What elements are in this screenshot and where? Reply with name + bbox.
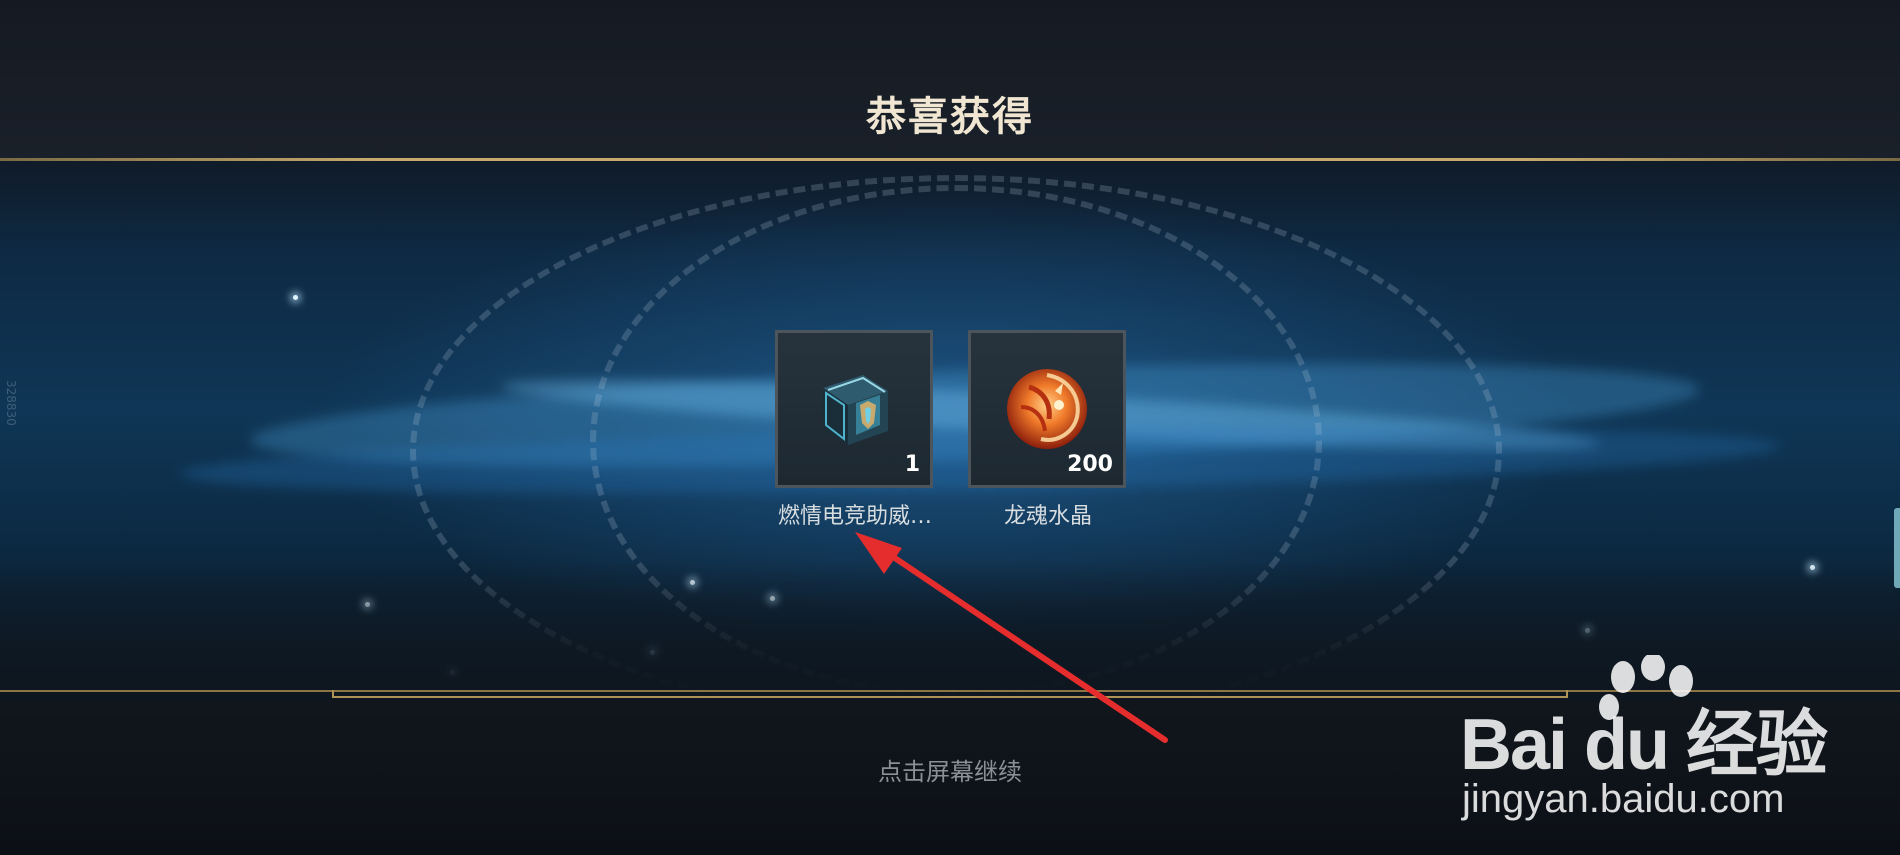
dragon-crystal-icon xyxy=(1007,369,1087,449)
reward-screen[interactable]: 恭喜获得 328830 1 燃情电竞助威… 200 龙魂水晶 点击屏幕继续 Ba… xyxy=(0,0,1900,855)
reward-item[interactable]: 200 龙魂水晶 xyxy=(968,330,1128,530)
side-handle[interactable] xyxy=(1894,508,1900,588)
reward-item-frame[interactable]: 200 xyxy=(968,330,1126,488)
sparkle xyxy=(293,295,298,300)
watermark-brand: Bai du 经验 xyxy=(1460,705,1828,785)
reward-name: 龙魂水晶 xyxy=(1003,504,1092,529)
watermark-url: jingyan.baidu.com xyxy=(1462,777,1785,821)
gold-divider-top xyxy=(0,158,1900,161)
page-title: 恭喜获得 xyxy=(866,94,1034,140)
reward-quantity: 200 xyxy=(1067,452,1113,477)
side-id-tag: 328830 xyxy=(4,380,18,426)
reward-quantity: 1 xyxy=(904,452,920,477)
reward-item-frame[interactable]: 1 xyxy=(775,330,933,488)
reward-item[interactable]: 1 燃情电竞助威… xyxy=(775,330,935,530)
reward-name: 燃情电竞助威… xyxy=(777,504,932,529)
gold-frame-bottom xyxy=(332,690,1568,698)
hextech-chest-icon xyxy=(823,375,888,445)
baidu-watermark: Bai du 经验 jingyan.baidu.com xyxy=(1460,655,1880,835)
